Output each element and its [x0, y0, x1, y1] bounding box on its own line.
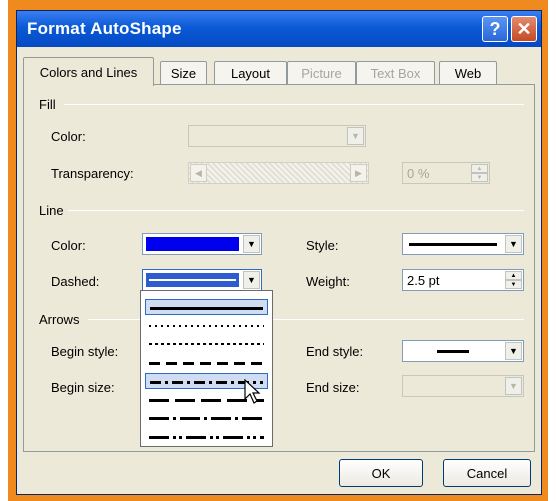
fill-color-dropdown: ▼: [188, 125, 366, 147]
weight-value[interactable]: 2.5 pt: [407, 273, 440, 288]
format-autoshape-dialog: Format AutoShape ? ✕ Colors and Lines Si…: [16, 10, 542, 495]
slider-right-icon: ▶: [350, 164, 367, 182]
dash-option-preview: [150, 307, 263, 310]
begin-style-label: Begin style:: [51, 344, 119, 359]
begin-size-label: Begin size:: [51, 380, 115, 395]
colors-and-lines-panel: Fill Color: ▼ Transparency: ◀ ▶ 0 % ▲ ▼ L…: [23, 84, 535, 452]
arrows-section-title: Arrows: [39, 312, 80, 327]
dashed-dropdown[interactable]: ▼: [142, 269, 262, 291]
dash-option-dash[interactable]: [145, 355, 268, 371]
end-style-dropdown[interactable]: ▼: [402, 340, 524, 362]
line-color-label: Color:: [51, 238, 86, 253]
transparency-label: Transparency:: [51, 166, 134, 181]
dash-option-preview: [149, 435, 264, 439]
tab-web[interactable]: Web: [439, 61, 497, 85]
tab-layout[interactable]: Layout: [214, 61, 287, 85]
end-size-label: End size:: [306, 380, 360, 395]
chevron-down-icon: ▼: [347, 127, 364, 145]
fill-color-label: Color:: [51, 129, 86, 144]
tab-strip: Colors and Lines Size Layout Picture Tex…: [17, 57, 541, 86]
dashed-label: Dashed:: [51, 274, 100, 289]
fill-section-title: Fill: [39, 97, 56, 112]
chevron-down-icon[interactable]: ▼: [505, 235, 522, 253]
tab-text-box: Text Box: [356, 61, 435, 85]
style-label: Style:: [306, 238, 339, 253]
ok-button[interactable]: OK: [339, 459, 423, 487]
dash-style-list[interactable]: [140, 290, 273, 447]
help-button[interactable]: ?: [482, 16, 508, 42]
cancel-button[interactable]: Cancel: [443, 459, 531, 487]
transparency-slider: ◀ ▶: [188, 162, 369, 184]
end-style-label: End style:: [306, 344, 364, 359]
line-section-title: Line: [39, 203, 64, 218]
dash-option-round-dot[interactable]: [145, 318, 268, 334]
dash-option-solid[interactable]: [145, 299, 268, 315]
fill-divider: [64, 104, 524, 105]
dash-option-preview: [149, 361, 264, 365]
spin-arrows-icon: ▲ ▼: [471, 164, 488, 182]
dash-option-preview: [149, 343, 264, 345]
dash-option-long-dash-dot[interactable]: [145, 410, 268, 426]
dash-option-square-dot[interactable]: [145, 336, 268, 352]
transparency-spinner: 0 % ▲ ▼: [402, 162, 490, 184]
tab-colors-and-lines[interactable]: Colors and Lines: [23, 57, 154, 86]
dash-option-preview: [149, 324, 264, 327]
slider-left-icon: ◀: [190, 164, 207, 182]
weight-label: Weight:: [306, 274, 350, 289]
chevron-down-icon[interactable]: ▼: [243, 271, 260, 289]
line-color-dropdown[interactable]: ▼: [142, 233, 262, 255]
mouse-pointer-icon: [244, 379, 261, 404]
spin-arrows-icon[interactable]: ▲ ▼: [505, 271, 522, 289]
dash-option-preview: [149, 417, 264, 420]
title-bar[interactable]: Format AutoShape ? ✕: [17, 11, 541, 47]
line-style-dropdown[interactable]: ▼: [402, 233, 524, 255]
weight-spinner[interactable]: 2.5 pt ▲ ▼: [402, 269, 524, 291]
close-button[interactable]: ✕: [511, 16, 537, 42]
dashed-value-swatch: [146, 273, 239, 287]
end-size-dropdown: ▼: [402, 375, 524, 397]
line-color-swatch: [146, 237, 239, 251]
tab-size[interactable]: Size: [160, 61, 207, 85]
chevron-down-icon: ▼: [505, 377, 522, 395]
dash-option-long-dash-dot-dot[interactable]: [145, 429, 268, 445]
transparency-value: 0 %: [407, 166, 430, 181]
line-divider: [68, 210, 524, 211]
window-title: Format AutoShape: [27, 19, 182, 38]
line-style-preview: [409, 243, 497, 246]
chevron-down-icon[interactable]: ▼: [243, 235, 260, 253]
tab-picture: Picture: [287, 61, 356, 85]
end-style-preview: [437, 350, 469, 353]
chevron-down-icon[interactable]: ▼: [505, 342, 522, 360]
